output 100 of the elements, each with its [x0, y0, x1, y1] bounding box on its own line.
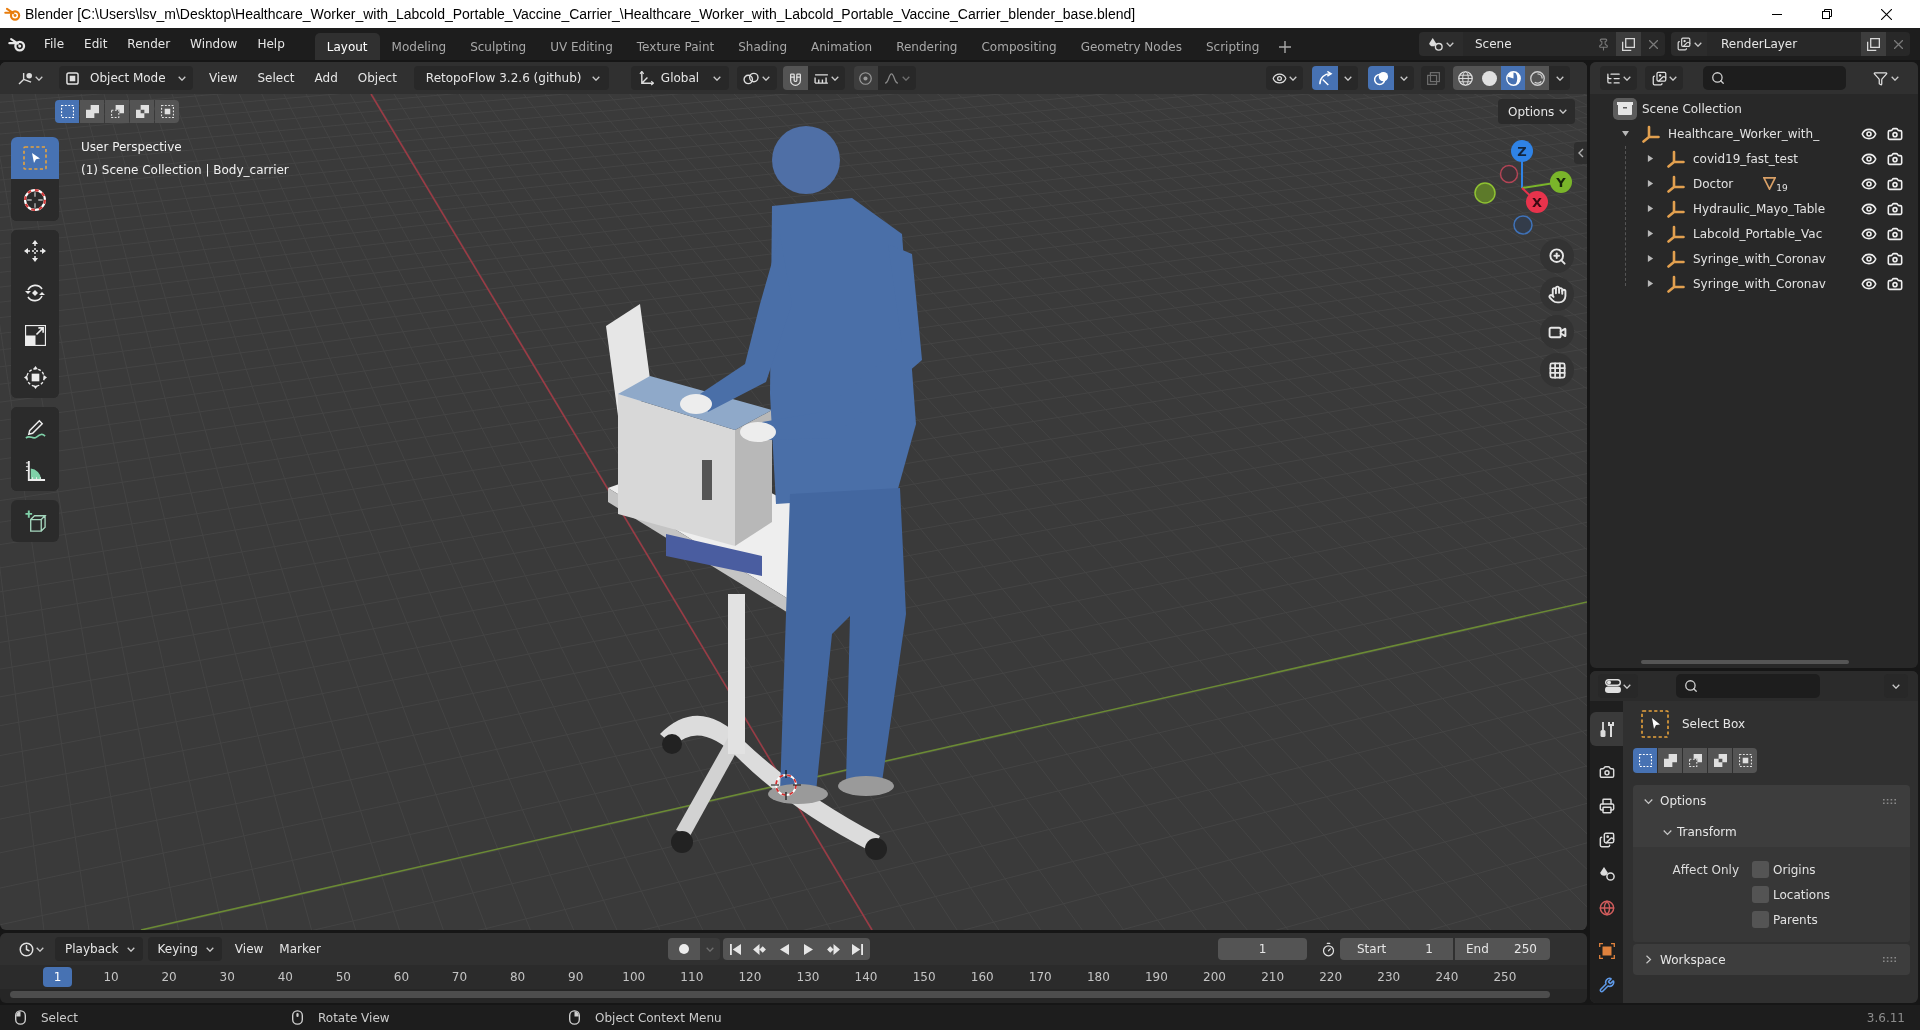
start-frame-field[interactable]: Start 1 [1340, 938, 1453, 960]
negative-axis-handle[interactable] [1513, 215, 1533, 235]
select-mode-button[interactable] [80, 100, 104, 123]
disclosure-triangle-icon[interactable] [1646, 230, 1654, 237]
proportional-edit-toggle[interactable] [853, 66, 878, 90]
scene-name-field[interactable]: Scene [1463, 32, 1591, 56]
checkbox[interactable] [1752, 886, 1769, 903]
subpanel-header[interactable]: Transform [1633, 817, 1910, 847]
outliner-item-name[interactable]: Healthcare_Worker_with_ [1668, 127, 1820, 140]
playhead[interactable]: 1 [43, 967, 72, 987]
horizontal-scrollbar[interactable] [1641, 660, 1849, 664]
axis-handle[interactable]: Y [1521, 171, 1572, 193]
unlink-button[interactable] [1886, 32, 1910, 56]
camera-icon[interactable] [1887, 125, 1903, 142]
disclosure-triangle-icon[interactable] [1646, 280, 1654, 287]
menu-item[interactable]: Window [180, 32, 248, 56]
playback-button[interactable] [845, 938, 870, 960]
mode-dropdown[interactable]: Object Mode [59, 66, 193, 90]
shading-mode-button[interactable] [1453, 66, 1477, 90]
menu-dropdown[interactable]: Playback [55, 937, 143, 961]
scene-type-dropdown[interactable] [1419, 32, 1463, 56]
record-button[interactable] [668, 938, 700, 960]
outliner-item-name[interactable]: Doctor [1693, 177, 1734, 190]
outliner-item-name[interactable]: covid19_fast_test [1693, 152, 1798, 165]
menu-item[interactable]: Select [247, 66, 305, 90]
workspace-tab[interactable]: Geometry Nodes [1068, 33, 1194, 60]
axis-handle[interactable]: Z [1511, 140, 1533, 189]
current-frame-field[interactable]: 1 [1218, 938, 1307, 960]
workspace-tab[interactable]: Shading [726, 33, 799, 60]
view-layer-dropdown[interactable] [1645, 66, 1683, 90]
overlays-dropdown[interactable] [1394, 66, 1414, 90]
shading-mode-button[interactable] [1501, 66, 1525, 90]
workspace-tab[interactable]: Modeling [379, 33, 459, 60]
menu-item[interactable]: Help [247, 32, 295, 56]
select-mode-button[interactable] [1733, 748, 1757, 773]
camera-view-button[interactable] [1540, 315, 1574, 349]
search-field[interactable] [1703, 66, 1846, 90]
workspace-tab[interactable]: Animation [799, 33, 885, 60]
display-mode-dropdown[interactable] [1600, 66, 1637, 90]
sidebar-toggle-button[interactable] [1574, 142, 1587, 164]
camera-icon[interactable] [1887, 275, 1903, 292]
horizontal-scrollbar[interactable] [10, 991, 1550, 998]
camera-icon[interactable] [1887, 200, 1903, 217]
workspace-tab[interactable]: Scripting [1193, 33, 1272, 60]
disclosure-triangle-icon[interactable] [1646, 205, 1654, 212]
view-layer-type-dropdown[interactable] [1671, 32, 1707, 56]
outliner-item-name[interactable]: Syringe_with_Coronav [1693, 277, 1826, 290]
outliner-item-name[interactable]: Syringe_with_Coronav [1693, 252, 1826, 265]
panel-header[interactable]: Workspace [1633, 944, 1910, 975]
menu-item[interactable]: View [199, 66, 248, 90]
menu-item[interactable]: File [34, 32, 75, 56]
addon-menu-dropdown[interactable]: RetopoFlow 3.2.6 (github) [413, 66, 609, 90]
overlays-toggle[interactable] [1368, 66, 1394, 90]
select-mode-button[interactable] [130, 100, 154, 123]
select-mode-button[interactable] [1633, 748, 1657, 773]
falloff-dropdown[interactable] [877, 66, 916, 90]
negative-axis-handle[interactable] [1474, 182, 1496, 204]
workspace-tab[interactable]: Rendering [884, 33, 970, 60]
camera-icon[interactable] [1887, 150, 1903, 167]
gizmo-toggle[interactable] [1312, 66, 1338, 90]
shading-mode-button[interactable] [1477, 66, 1501, 90]
disclosure-triangle-icon[interactable] [1646, 255, 1654, 262]
shading-dropdown[interactable] [1549, 66, 1570, 90]
workspace-tab[interactable]: Sculpting [458, 33, 539, 60]
camera-icon[interactable] [1887, 175, 1903, 192]
orientation-dropdown[interactable]: Global [630, 66, 729, 90]
menu-item[interactable]: Marker [271, 937, 329, 961]
pan-button[interactable] [1540, 277, 1574, 311]
menu-dropdown[interactable]: Keying [147, 937, 222, 961]
disclosure-triangle-icon[interactable] [1646, 155, 1654, 162]
checkbox[interactable] [1752, 861, 1769, 878]
outliner-item-name[interactable]: Scene Collection [1642, 102, 1742, 115]
outliner-item-name[interactable]: Hydraulic_Mayo_Table [1693, 202, 1826, 215]
disclosure-triangle-icon[interactable] [1646, 180, 1654, 187]
unlink-button[interactable] [1641, 32, 1665, 56]
menu-item[interactable]: View [226, 937, 272, 961]
shading-mode-button[interactable] [1525, 66, 1549, 90]
outliner-item-name[interactable]: Labcold_Portable_Vac [1693, 227, 1823, 240]
xray-toggle[interactable] [1421, 66, 1445, 90]
perspective-toggle-button[interactable] [1540, 353, 1574, 387]
zoom-button[interactable] [1540, 239, 1574, 273]
snap-toggle[interactable] [782, 66, 808, 90]
workspace-tab[interactable]: Layout [314, 33, 380, 60]
checkbox-label[interactable]: Origins [1773, 863, 1816, 876]
duplicate-button[interactable] [1861, 32, 1886, 56]
search-field[interactable] [1676, 674, 1820, 698]
select-mode-button[interactable] [55, 100, 79, 123]
end-frame-field[interactable]: End 250 [1455, 938, 1550, 960]
negative-axis-handle[interactable] [1499, 164, 1519, 184]
view-layer-name-field[interactable]: RenderLayer [1707, 32, 1861, 56]
select-mode-button[interactable] [1683, 748, 1707, 773]
checkbox-label[interactable]: Parents [1773, 913, 1818, 926]
select-mode-button[interactable] [1708, 748, 1732, 773]
menu-item[interactable]: Object [347, 66, 407, 90]
workspace-tab[interactable]: UV Editing [538, 33, 625, 60]
selectability-dropdown[interactable] [1266, 66, 1303, 90]
checkbox-label[interactable]: Locations [1773, 888, 1830, 901]
pivot-dropdown[interactable] [736, 66, 777, 90]
disclosure-triangle-icon[interactable] [1621, 130, 1629, 137]
options-dropdown[interactable]: Options [1498, 99, 1575, 124]
